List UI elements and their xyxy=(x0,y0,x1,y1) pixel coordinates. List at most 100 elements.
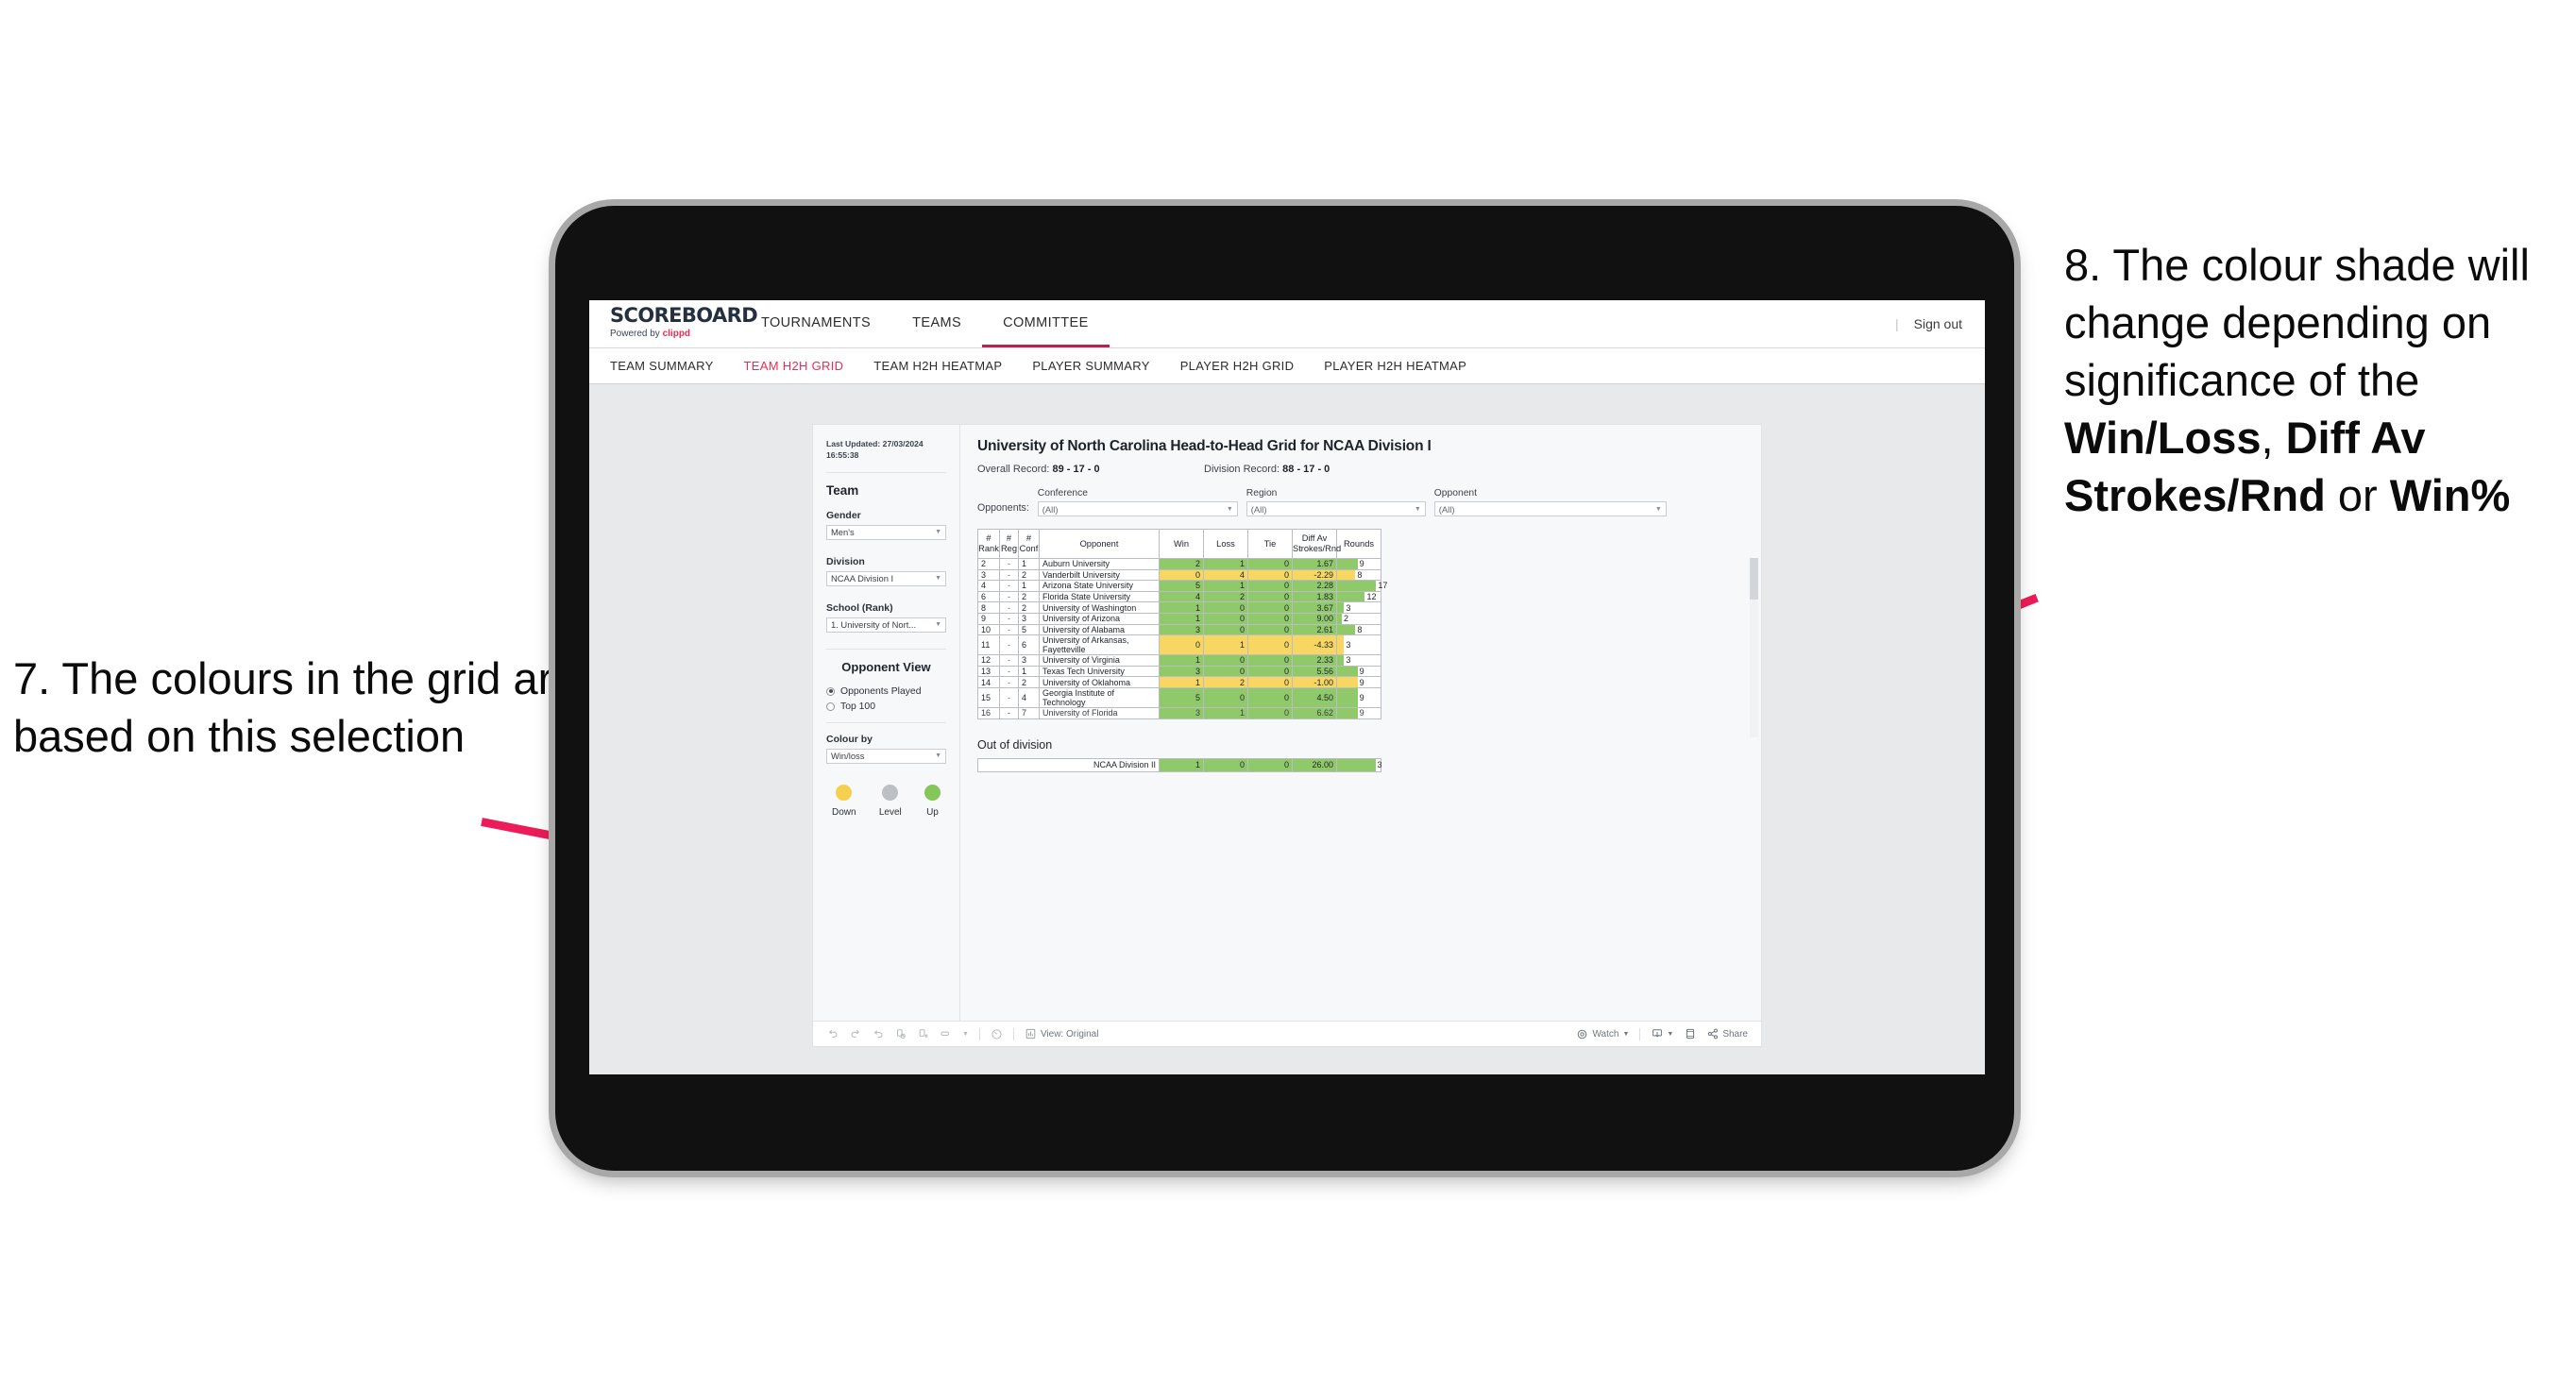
cell-rank: 11 xyxy=(977,634,1000,656)
pause-auto-update-icon[interactable] xyxy=(917,1028,929,1040)
cell-diff: 5.56 xyxy=(1292,665,1337,678)
cell-rank: 14 xyxy=(977,676,1000,688)
cell-tie: 0 xyxy=(1247,612,1293,625)
sub-nav-player-h2h-grid[interactable]: PLAYER H2H GRID xyxy=(1180,359,1295,373)
table-row[interactable]: 15-4 Georgia Institute of Technology 5 0 0 4.… xyxy=(977,686,1381,708)
gender-select[interactable]: Men's ▼ xyxy=(826,524,946,540)
device-layout-icon[interactable] xyxy=(1684,1028,1696,1040)
cell-tie: 0 xyxy=(1247,634,1293,656)
table-row[interactable]: 12-3 University of Virginia 1 0 0 2.33 3 xyxy=(977,654,1381,667)
cell-win: 1 xyxy=(1159,601,1204,614)
col-rank[interactable]: # Rank xyxy=(977,529,1000,559)
top-nav-committee[interactable]: COMMITTEE xyxy=(982,300,1110,347)
col-diff-av-strokes[interactable]: Diff Av Strokes/Rnd xyxy=(1292,529,1341,559)
school-rank-select[interactable]: 1. University of Nort... ▼ xyxy=(826,617,946,633)
table-row[interactable]: 3-2 Vanderbilt University 0 4 0 -2.29 8 xyxy=(977,568,1381,582)
overall-record-value: 89 - 17 - 0 xyxy=(1052,464,1100,475)
col-opponent[interactable]: Opponent xyxy=(1039,529,1160,559)
cell-opponent: University of Washington xyxy=(1039,601,1160,614)
cell-rounds: 9 xyxy=(1336,665,1381,678)
table-scrollbar[interactable] xyxy=(1750,558,1758,737)
h2h-table-wrapper: # Rank # Reg # Conf Opponent Win Loss Tie D… xyxy=(977,529,1758,737)
h2h-table: # Rank # Reg # Conf Opponent Win Loss Tie D… xyxy=(977,529,1387,719)
cell-win: 3 xyxy=(1159,623,1204,636)
cell-opponent: Texas Tech University xyxy=(1039,665,1160,678)
sub-nav-team-h2h-grid[interactable]: TEAM H2H GRID xyxy=(744,359,844,373)
download-button[interactable]: ▼ xyxy=(1651,1028,1673,1040)
col-loss[interactable]: Loss xyxy=(1203,529,1248,559)
division-select[interactable]: NCAA Division I ▼ xyxy=(826,570,946,586)
table-row[interactable]: 10-5 University of Alabama 3 0 0 2.61 8 xyxy=(977,623,1381,636)
table-row[interactable]: 14-2 University of Oklahoma 1 2 0 -1.00 9 xyxy=(977,676,1381,688)
table-scrollbar-thumb[interactable] xyxy=(1750,558,1758,600)
sub-nav-player-h2h-heatmap[interactable]: PLAYER H2H HEATMAP xyxy=(1324,359,1466,373)
colour-by-select[interactable]: Win/loss ▼ xyxy=(826,748,946,764)
h2h-table-body: 2-1 Auburn University 2 1 0 1.67 9 3-2 Vanderbil… xyxy=(977,558,1387,719)
chevron-down-icon: ▼ xyxy=(935,529,941,536)
col-rounds[interactable]: Rounds xyxy=(1336,529,1381,559)
division-record-label: Division Record: xyxy=(1204,464,1280,475)
cell-win: 1 xyxy=(1159,654,1204,667)
cell-rounds: 3 xyxy=(1336,601,1381,614)
table-row[interactable]: 13-1 Texas Tech University 3 0 0 5.56 9 xyxy=(977,665,1381,678)
gender-label: Gender xyxy=(826,509,861,521)
sub-nav-team-h2h-heatmap[interactable]: TEAM H2H HEATMAP xyxy=(873,359,1002,373)
workspace: Last Updated: 27/03/2024 16:55:38 Team G… xyxy=(589,384,1985,1073)
cell-rounds: 8 xyxy=(1336,568,1381,582)
visualization-body: Last Updated: 27/03/2024 16:55:38 Team G… xyxy=(813,425,1761,1021)
table-row[interactable]: 4-1 Arizona State University 5 1 0 2.28 17 xyxy=(977,580,1387,592)
region-select[interactable]: (All) ▼ xyxy=(1246,501,1426,516)
division-record-value: 88 - 17 - 0 xyxy=(1282,464,1330,475)
redo-icon[interactable] xyxy=(849,1028,861,1040)
cell-reg: - xyxy=(999,558,1019,570)
refresh-data-icon[interactable] xyxy=(894,1028,907,1040)
sub-nav-team-summary[interactable]: TEAM SUMMARY xyxy=(610,359,714,373)
brand-logo[interactable]: SCOREBOARD Powered by clippd xyxy=(589,300,758,347)
pan-mode-icon[interactable] xyxy=(940,1028,952,1040)
cell-tie: 0 xyxy=(1247,757,1294,772)
col-conf[interactable]: # Conf xyxy=(1018,529,1040,559)
col-reg[interactable]: # Reg xyxy=(999,529,1019,559)
table-row[interactable]: 6-2 Florida State University 4 2 0 1.83 12 xyxy=(977,590,1381,603)
radio-opponents-played[interactable]: Opponents Played xyxy=(826,686,946,697)
top-nav-teams[interactable]: TEAMS xyxy=(891,300,982,347)
annotation-8-text: 8. The colour shade will change dependin… xyxy=(2064,240,2530,521)
top-nav-tournaments[interactable]: TOURNAMENTS xyxy=(740,300,891,347)
cell-tie: 0 xyxy=(1247,590,1293,603)
table-row[interactable]: 11-6 University of Arkansas, Fayetteville… xyxy=(977,634,1381,656)
last-updated-label: Last Updated: 27/03/2024 16:55:38 xyxy=(826,439,924,461)
cell-reg: - xyxy=(999,601,1019,614)
table-row[interactable]: 16-7 University of Florida 3 1 0 6.62 9 xyxy=(977,706,1381,719)
chevron-down-icon[interactable]: ▼ xyxy=(962,1031,969,1038)
cell-loss: 0 xyxy=(1203,686,1248,708)
revert-icon[interactable] xyxy=(872,1028,884,1040)
col-win[interactable]: Win xyxy=(1159,529,1204,559)
division-value: NCAA Division I xyxy=(831,573,894,584)
share-button[interactable]: Share xyxy=(1706,1028,1748,1040)
watch-button[interactable]: Watch ▼ xyxy=(1576,1028,1629,1040)
table-row[interactable]: 8-2 University of Washington 1 0 0 3.67 3 xyxy=(977,601,1381,614)
out-of-division-label: Out of division xyxy=(977,737,1053,752)
legend-dot-level xyxy=(882,784,899,801)
toolbar-divider xyxy=(1639,1027,1641,1040)
undo-icon[interactable] xyxy=(826,1028,839,1040)
sign-out-link[interactable]: Sign out xyxy=(1914,316,1962,331)
table-row[interactable]: 9-3 University of Arizona 1 0 0 9.00 2 xyxy=(977,612,1381,625)
colour-legend: Down Level Up xyxy=(826,784,946,818)
cell-loss: 0 xyxy=(1203,612,1248,625)
view-original-button[interactable]: View: Original xyxy=(1025,1028,1098,1040)
conference-select[interactable]: (All) ▼ xyxy=(1037,501,1238,516)
cell-rounds: 3 xyxy=(1336,654,1381,667)
cell-conf: 2 xyxy=(1018,590,1040,603)
sub-nav-player-summary[interactable]: PLAYER SUMMARY xyxy=(1032,359,1149,373)
col-tie[interactable]: Tie xyxy=(1247,529,1293,559)
out-of-division-row[interactable]: NCAA Division II 1 0 0 26.00 3 xyxy=(976,757,1382,772)
overall-record: Overall Record: 89 - 17 - 0 xyxy=(977,464,1204,475)
radio-top-100[interactable]: Top 100 xyxy=(826,701,946,712)
primary-nav: TOURNAMENTS TEAMS COMMITTEE xyxy=(740,300,1110,347)
radio-icon xyxy=(826,686,835,696)
brand-tagline: Powered by clippd xyxy=(610,329,691,339)
show-me-icon[interactable] xyxy=(991,1028,1003,1040)
opponent-select[interactable]: (All) ▼ xyxy=(1433,501,1667,516)
table-row[interactable]: 2-1 Auburn University 2 1 0 1.67 9 xyxy=(977,558,1381,570)
